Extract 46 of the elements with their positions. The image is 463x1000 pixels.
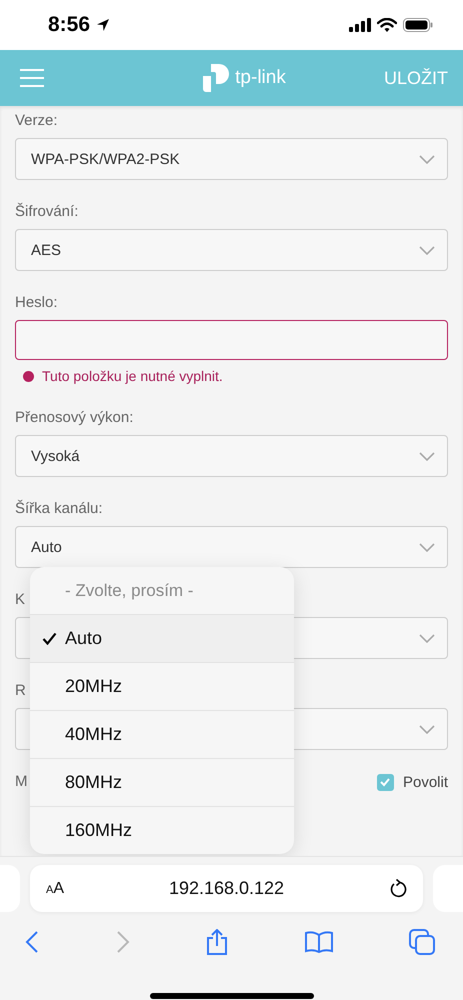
- chevron-down-icon: [419, 634, 435, 642]
- field-label: M: [15, 773, 28, 791]
- address-bar[interactable]: AA 192.168.0.122: [30, 865, 423, 912]
- dropdown-option[interactable]: 20MHz: [30, 662, 294, 710]
- dropdown-option[interactable]: Auto: [30, 614, 294, 662]
- menu-icon[interactable]: [19, 68, 45, 88]
- chevron-down-icon: [419, 724, 435, 734]
- checkbox-label: Povolit: [402, 774, 448, 790]
- text-size-button[interactable]: AA: [46, 880, 64, 898]
- field-label: K: [15, 591, 26, 609]
- chevron-down-icon: [419, 542, 435, 552]
- select-field[interactable]: WPA-PSK/WPA2-PSK: [15, 138, 448, 180]
- dropdown-option[interactable]: 40MHz: [30, 710, 294, 758]
- field-label: Šířka kanálu:: [15, 500, 103, 518]
- battery-icon: [403, 18, 433, 32]
- select-field[interactable]: Auto: [15, 526, 448, 568]
- field-label: R: [15, 682, 26, 700]
- book-icon[interactable]: [304, 931, 332, 953]
- select-field[interactable]: AES: [15, 229, 448, 271]
- field-label: Heslo:: [15, 294, 58, 312]
- select-field[interactable]: Vysoká: [15, 435, 448, 477]
- url-text: 192.168.0.122: [168, 878, 286, 899]
- password-field[interactable]: [15, 320, 448, 360]
- field-label: Přenosový výkon:: [15, 409, 134, 427]
- wifi-icon: [377, 18, 397, 32]
- status-time: 8:56: [48, 13, 90, 37]
- dropdown-option[interactable]: 160MHz: [30, 806, 294, 854]
- dropdown-option: - Zvolte, prosím -: [30, 567, 294, 614]
- field-label: Šifrování:: [15, 203, 78, 221]
- back-icon[interactable]: [25, 931, 39, 953]
- chevron-down-icon: [419, 452, 435, 460]
- chevron-down-icon: [419, 154, 435, 164]
- check-icon: [379, 777, 392, 787]
- location-arrow-icon: [96, 18, 110, 32]
- checkmark-icon: [42, 632, 57, 645]
- logo-text: tp-link: [235, 67, 286, 89]
- dropdown-option[interactable]: 80MHz: [30, 758, 294, 806]
- signal-icon: [349, 18, 371, 32]
- chevron-down-icon: [419, 246, 435, 254]
- tabs-icon[interactable]: [409, 929, 435, 955]
- share-icon[interactable]: [206, 929, 228, 955]
- error-dot: [23, 370, 34, 382]
- checkbox[interactable]: [376, 774, 394, 790]
- error-message: Tuto položku je nutné vyplnit.: [42, 368, 223, 384]
- field-label: Verze:: [15, 112, 58, 130]
- reload-icon[interactable]: [389, 878, 407, 898]
